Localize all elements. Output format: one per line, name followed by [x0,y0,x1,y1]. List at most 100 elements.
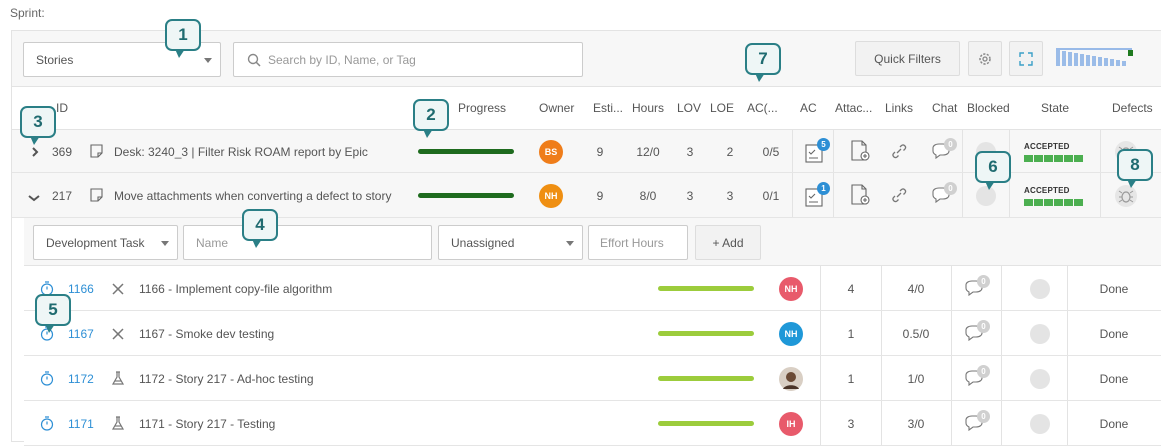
col-defects[interactable]: Defects [1112,101,1153,115]
task-icon [112,328,124,340]
col-owner[interactable]: Owner [539,101,574,115]
loe-value[interactable]: 3 [720,189,740,203]
task-id-link[interactable]: 1167 [68,327,94,341]
task-icon [112,283,124,295]
loe-value[interactable]: 2 [720,145,740,159]
chevron-down-icon [161,240,169,246]
task-name[interactable]: 1166 - Implement copy-file algorithm [139,282,332,296]
effort-hours-input[interactable]: Effort Hours [588,225,688,260]
owner-avatar[interactable]: NH [779,322,803,346]
test-flask-icon [111,416,125,430]
estimate-value[interactable]: 4 [841,282,861,296]
hours-value[interactable]: 3/0 [896,417,936,431]
story-name[interactable]: Desk: 3240_3 | Filter Risk ROAM report b… [114,145,368,159]
owner-photo-avatar[interactable] [779,367,803,391]
task-progress-bar [658,286,754,291]
search-icon [247,53,261,67]
callout-6: 6 [975,151,1011,190]
col-hours[interactable]: Hours [632,101,664,115]
task-id-link[interactable]: 1171 [68,417,94,431]
ac-count-value[interactable]: 0/5 [757,145,785,159]
owner-avatar[interactable]: NH [779,277,803,301]
callout-2: 2 [413,99,449,138]
task-name[interactable]: 1171 - Story 217 - Testing [139,417,275,431]
task-row[interactable]: 1167 1167 - Smoke dev testing NH 1 0.5/0 0 Don… [24,311,1161,356]
task-id-link[interactable]: 1172 [68,372,94,386]
status-value[interactable]: Done [1084,372,1144,386]
task-name[interactable]: 1167 - Smoke dev testing [139,327,274,341]
story-icon [90,144,103,158]
state-accepted[interactable]: ACCEPTED [1024,186,1084,209]
col-chat[interactable]: Chat [932,101,957,115]
task-name[interactable]: 1172 - Story 217 - Ad-hoc testing [139,372,314,386]
task-name-input[interactable]: Name [183,225,432,260]
status-value[interactable]: Done [1084,282,1144,296]
estimate-value[interactable]: 9 [590,145,610,159]
col-attachments[interactable]: Attac... [835,101,872,115]
state-accepted[interactable]: ACCEPTED [1024,142,1084,165]
col-estimate[interactable]: Esti... [593,101,623,115]
status-value[interactable]: Done [1084,417,1144,431]
col-loe[interactable]: LOE [710,101,734,115]
chat-badge: 0 [944,182,957,195]
blocked-indicator[interactable] [1030,324,1050,344]
task-row[interactable]: 1171 1171 - Story 217 - Testing IH 3 3/0 0 Don… [24,401,1161,446]
task-id-link[interactable]: 1166 [68,282,94,296]
hours-value[interactable]: 0.5/0 [896,327,936,341]
ac-count-value[interactable]: 0/1 [757,189,785,203]
task-progress-bar [658,331,754,336]
estimate-value[interactable]: 3 [841,417,861,431]
lov-value[interactable]: 3 [680,189,700,203]
task-row[interactable]: 1172 1172 - Story 217 - Ad-hoc testing 1 1/… [24,356,1161,401]
hours-value[interactable]: 12/0 [630,145,666,159]
estimate-value[interactable]: 9 [590,189,610,203]
blocked-indicator[interactable] [1030,369,1050,389]
task-type-select[interactable]: Development Task [33,225,178,260]
estimate-value[interactable]: 1 [841,372,861,386]
chevron-down-icon [566,240,574,246]
col-ac-count[interactable]: AC(... [747,101,778,115]
attachment-icon[interactable] [849,183,873,207]
chevron-right-icon[interactable] [30,147,40,157]
col-lov[interactable]: LOV [677,101,701,115]
hours-value[interactable]: 8/0 [630,189,666,203]
blocked-indicator[interactable] [1030,414,1050,434]
task-row[interactable]: 1166 1166 - Implement copy-file algorithm… [24,266,1161,311]
chat-badge: 0 [944,138,957,151]
status-value[interactable]: Done [1084,327,1144,341]
settings-button[interactable] [968,41,1002,76]
story-id[interactable]: 217 [52,189,72,203]
add-task-button[interactable]: + Add [695,225,761,260]
owner-avatar[interactable]: NH [539,184,563,208]
hours-value[interactable]: 4/0 [896,282,936,296]
lov-value[interactable]: 3 [680,145,700,159]
estimate-value[interactable]: 1 [841,327,861,341]
story-name[interactable]: Move attachments when converting a defec… [114,189,391,203]
search-input[interactable]: Search by ID, Name, or Tag [233,42,583,77]
owner-avatar[interactable]: BS [539,140,563,164]
chevron-down-icon[interactable] [28,193,40,203]
callout-4: 4 [242,209,278,248]
callout-8: 8 [1117,149,1153,188]
task-progress-bar [658,421,754,426]
col-blocked[interactable]: Blocked [967,101,1010,115]
col-links[interactable]: Links [885,101,913,115]
quick-filters-button[interactable]: Quick Filters [855,41,960,76]
col-id[interactable]: ID [56,101,68,115]
burndown-sparkline[interactable] [1054,45,1136,67]
attachment-icon[interactable] [849,139,873,163]
hours-value[interactable]: 1/0 [896,372,936,386]
state-label: ACCEPTED [1024,142,1070,151]
link-icon[interactable] [891,187,907,203]
assignee-select[interactable]: Unassigned [438,225,583,260]
col-state[interactable]: State [1041,101,1069,115]
link-icon[interactable] [891,143,907,159]
state-label: ACCEPTED [1024,186,1070,195]
col-progress[interactable]: Progress [458,101,506,115]
story-id[interactable]: 369 [52,145,72,159]
col-ac[interactable]: AC [800,101,817,115]
gear-icon [979,52,991,65]
owner-avatar[interactable]: IH [779,412,803,436]
fullscreen-button[interactable] [1009,41,1043,76]
blocked-indicator[interactable] [1030,279,1050,299]
